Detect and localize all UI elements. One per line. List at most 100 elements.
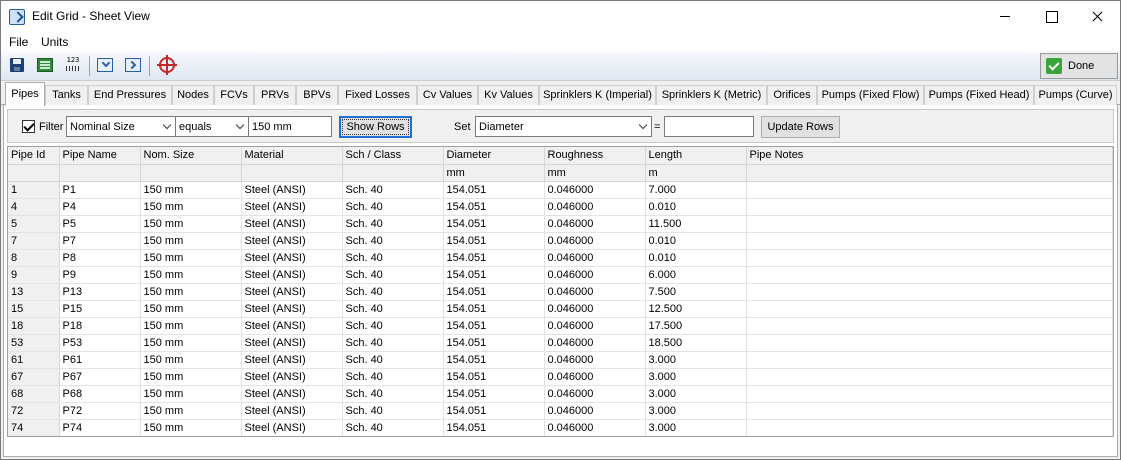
tab-fcvs[interactable]: FCVs <box>214 85 254 105</box>
grid-cell[interactable]: 154.051 <box>443 351 545 369</box>
grid-cell[interactable]: 150 mm <box>140 402 242 420</box>
number-format-button[interactable]: 123 <box>63 55 83 75</box>
grid-cell[interactable]: 154.051 <box>443 385 545 403</box>
grid-cell[interactable]: Sch. 40 <box>342 283 444 301</box>
grid-cell[interactable] <box>746 232 1113 250</box>
tab-nodes[interactable]: Nodes <box>172 85 214 105</box>
table-row[interactable]: 67 P67 150 mm Steel (ANSI) Sch. 40 154.051 0.0… <box>8 368 1113 386</box>
grid-cell[interactable]: 150 mm <box>140 334 242 352</box>
grid-cell[interactable]: 7.500 <box>645 283 747 301</box>
grid-cell[interactable]: 150 mm <box>140 351 242 369</box>
tab-sprinklers-imperial[interactable]: Sprinklers K (Imperial) <box>539 85 656 105</box>
grid-cell[interactable]: 154.051 <box>443 368 545 386</box>
grid-cell[interactable]: P7 <box>59 232 141 250</box>
tab-sprinklers-metric[interactable]: Sprinklers K (Metric) <box>656 85 767 105</box>
grid-cell[interactable] <box>746 283 1113 301</box>
target-button[interactable] <box>157 55 177 75</box>
grid-cell[interactable]: 0.046000 <box>544 368 646 386</box>
grid-cell[interactable]: P9 <box>59 266 141 284</box>
table-row[interactable]: 1 P1 150 mm Steel (ANSI) Sch. 40 154.051 0.046… <box>8 181 1113 199</box>
grid-cell[interactable]: 18.500 <box>645 334 747 352</box>
grid-cell[interactable]: 3.000 <box>645 419 747 436</box>
grid-cell[interactable]: 150 mm <box>140 300 242 318</box>
grid-cell[interactable]: Steel (ANSI) <box>241 351 343 369</box>
grid-cell[interactable]: 0.046000 <box>544 300 646 318</box>
grid-cell[interactable]: 3.000 <box>645 385 747 403</box>
grid-cell[interactable]: 4 <box>8 198 60 216</box>
grid-cell[interactable]: 154.051 <box>443 215 545 233</box>
grid-cell[interactable]: 0.046000 <box>544 215 646 233</box>
grid-cell[interactable]: P67 <box>59 368 141 386</box>
grid-cell[interactable]: 12.500 <box>645 300 747 318</box>
grid-cell[interactable]: P61 <box>59 351 141 369</box>
grid-cell[interactable]: 0.046000 <box>544 283 646 301</box>
grid-cell[interactable]: 3.000 <box>645 351 747 369</box>
grid-cell[interactable]: Steel (ANSI) <box>241 419 343 436</box>
column-header[interactable]: Nom. Size <box>140 147 242 165</box>
grid-cell[interactable]: 0.046000 <box>544 419 646 436</box>
grid-cell[interactable]: 67 <box>8 368 60 386</box>
column-header[interactable]: Material <box>241 147 343 165</box>
grid-cell[interactable]: 150 mm <box>140 198 242 216</box>
grid-cell[interactable] <box>746 419 1113 436</box>
grid-cell[interactable]: Steel (ANSI) <box>241 300 343 318</box>
grid-cell[interactable]: Sch. 40 <box>342 368 444 386</box>
table-row[interactable]: 7 P7 150 mm Steel (ANSI) Sch. 40 154.051 0.046… <box>8 232 1113 250</box>
grid-cell[interactable]: 0.046000 <box>544 249 646 267</box>
column-header[interactable]: Pipe Notes <box>746 147 1113 165</box>
grid-cell[interactable]: Steel (ANSI) <box>241 334 343 352</box>
grid-cell[interactable]: Steel (ANSI) <box>241 385 343 403</box>
sheet-button[interactable] <box>35 55 55 75</box>
table-row[interactable]: 61 P61 150 mm Steel (ANSI) Sch. 40 154.051 0.0… <box>8 351 1113 369</box>
grid-cell[interactable]: 0.010 <box>645 249 747 267</box>
tab-pumps-fixed-head[interactable]: Pumps (Fixed Head) <box>924 85 1034 105</box>
grid-cell[interactable]: P8 <box>59 249 141 267</box>
filter-operator-select[interactable]: equals <box>175 116 249 137</box>
grid-cell[interactable]: Sch. 40 <box>342 181 444 199</box>
grid-cell[interactable] <box>746 181 1113 199</box>
grid-cell[interactable]: 15 <box>8 300 60 318</box>
tab-end-pressures[interactable]: End Pressures <box>88 85 172 105</box>
set-field-select[interactable]: Diameter <box>475 116 652 137</box>
grid-cell[interactable]: 72 <box>8 402 60 420</box>
grid-cell[interactable] <box>746 402 1113 420</box>
grid-cell[interactable]: Sch. 40 <box>342 232 444 250</box>
grid-cell[interactable]: 154.051 <box>443 232 545 250</box>
update-rows-button[interactable]: Update Rows <box>761 116 840 138</box>
table-row[interactable]: 4 P4 150 mm Steel (ANSI) Sch. 40 154.051 0.046… <box>8 198 1113 216</box>
table-row[interactable]: 53 P53 150 mm Steel (ANSI) Sch. 40 154.051 0.0… <box>8 334 1113 352</box>
grid-cell[interactable]: 3.000 <box>645 368 747 386</box>
set-value-input[interactable] <box>664 116 754 137</box>
grid-cell[interactable]: 0.046000 <box>544 334 646 352</box>
table-row[interactable]: 72 P72 150 mm Steel (ANSI) Sch. 40 154.051 0.0… <box>8 402 1113 420</box>
grid-cell[interactable]: 68 <box>8 385 60 403</box>
grid-cell[interactable]: 0.046000 <box>544 198 646 216</box>
grid-cell[interactable] <box>746 368 1113 386</box>
grid-cell[interactable]: Sch. 40 <box>342 249 444 267</box>
tab-prvs[interactable]: PRVs <box>254 85 296 105</box>
grid-cell[interactable] <box>746 317 1113 335</box>
grid-cell[interactable]: 0.046000 <box>544 317 646 335</box>
table-row[interactable]: 18 P18 150 mm Steel (ANSI) Sch. 40 154.051 0.0… <box>8 317 1113 335</box>
grid-cell[interactable]: Steel (ANSI) <box>241 198 343 216</box>
grid-cell[interactable]: 3.000 <box>645 402 747 420</box>
grid-cell[interactable]: 7 <box>8 232 60 250</box>
close-button[interactable] <box>1074 1 1120 32</box>
grid-cell[interactable]: Steel (ANSI) <box>241 181 343 199</box>
grid-cell[interactable]: 0.046000 <box>544 181 646 199</box>
grid-cell[interactable]: Sch. 40 <box>342 385 444 403</box>
grid-cell[interactable]: Sch. 40 <box>342 402 444 420</box>
grid-cell[interactable]: Sch. 40 <box>342 334 444 352</box>
grid-cell[interactable]: Steel (ANSI) <box>241 283 343 301</box>
grid-cell[interactable] <box>746 198 1113 216</box>
grid-cell[interactable]: Sch. 40 <box>342 300 444 318</box>
maximize-button[interactable] <box>1028 1 1074 32</box>
grid-cell[interactable]: 13 <box>8 283 60 301</box>
tab-bpvs[interactable]: BPVs <box>296 85 338 105</box>
grid-cell[interactable]: 18 <box>8 317 60 335</box>
grid-cell[interactable]: Steel (ANSI) <box>241 317 343 335</box>
grid-cell[interactable]: 7.000 <box>645 181 747 199</box>
grid-cell[interactable]: 0.046000 <box>544 385 646 403</box>
grid-cell[interactable]: 0.046000 <box>544 232 646 250</box>
menu-file[interactable]: File <box>9 35 28 49</box>
